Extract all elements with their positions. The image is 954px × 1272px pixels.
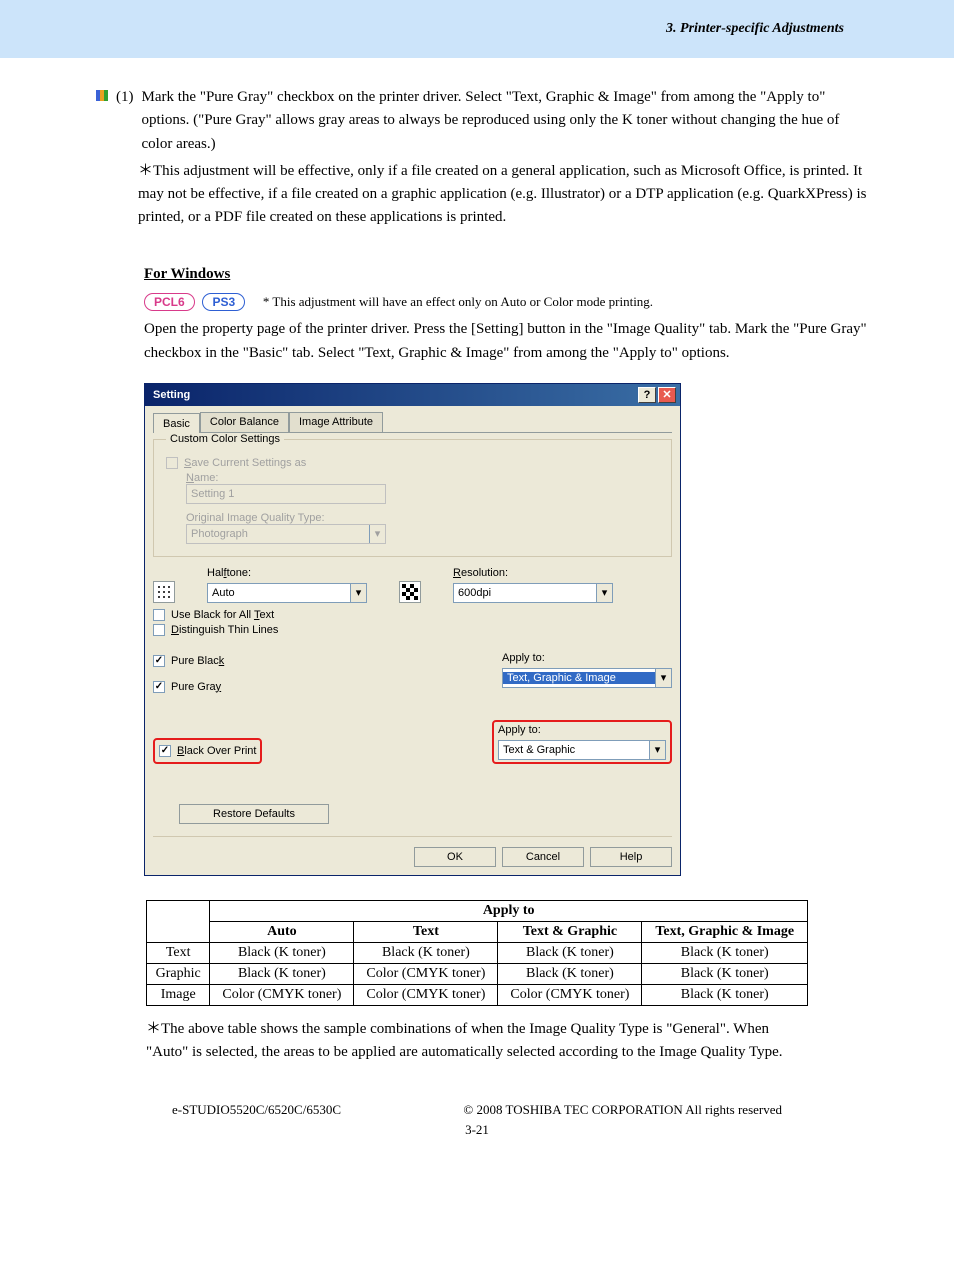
table-row: Text Black (K toner) Black (K toner) Bla…: [147, 942, 808, 963]
save-settings-label: Save Current Settings as: [184, 457, 306, 469]
custom-fieldset: Custom Color Settings Save Current Setti…: [153, 439, 672, 557]
col-text-graphic: Text & Graphic: [498, 921, 642, 942]
custom-legend: Custom Color Settings: [166, 433, 284, 445]
col-text: Text: [354, 921, 498, 942]
thin-lines-label: Distinguish Thin Lines: [171, 624, 278, 636]
resolution-icon: [399, 581, 421, 603]
apply-to-1-dropdown[interactable]: Text, Graphic & Image ▾: [502, 668, 672, 688]
black-overprint-checkbox[interactable]: ✓: [159, 745, 171, 757]
resolution-label: Resolution:: [453, 567, 613, 579]
close-icon[interactable]: ✕: [658, 387, 676, 403]
badge-ps3: PS3: [202, 293, 245, 311]
step-text: Mark the "Pure Gray" checkbox on the pri…: [142, 86, 869, 156]
apply-to-2-dropdown[interactable]: Text & Graphic ▾: [498, 740, 666, 760]
pure-gray-checkbox[interactable]: ✓: [153, 681, 165, 693]
apply-to-2-label: Apply to:: [498, 724, 666, 736]
chevron-down-icon[interactable]: ▾: [350, 584, 366, 602]
cancel-button[interactable]: Cancel: [502, 847, 584, 867]
pure-black-label: Pure Black: [171, 655, 224, 667]
chevron-down-icon[interactable]: ▾: [655, 669, 671, 687]
halftone-icon: [153, 581, 175, 603]
titlebar: Setting ? ✕: [145, 384, 680, 406]
windows-heading: For Windows: [144, 266, 868, 283]
chevron-down-icon: ▾: [369, 525, 385, 543]
col-text-graphic-image: Text, Graphic & Image: [642, 921, 808, 942]
col-auto: Auto: [210, 921, 354, 942]
pure-black-checkbox[interactable]: ✓: [153, 655, 165, 667]
page-header: 3. Printer-specific Adjustments: [0, 0, 954, 58]
type-dropdown: Photograph ▾: [186, 524, 386, 544]
windows-body: Open the property page of the printer dr…: [144, 317, 868, 365]
ok-button[interactable]: OK: [414, 847, 496, 867]
restore-defaults-button[interactable]: Restore Defaults: [179, 804, 329, 824]
step-1: (1) Mark the "Pure Gray" checkbox on the…: [96, 86, 868, 156]
star-note: ＊This adjustment will be effective, only…: [138, 160, 868, 230]
pure-gray-label: Pure Gray: [171, 681, 221, 693]
table-row: Image Color (CMYK toner) Color (CMYK ton…: [147, 984, 808, 1005]
help-icon[interactable]: ?: [638, 387, 656, 403]
resolution-dropdown[interactable]: 600dpi ▾: [453, 583, 613, 603]
footer-model: e-STUDIO5520C/6520C/6530C: [172, 1102, 341, 1118]
table-main-header: Apply to: [210, 900, 808, 921]
apply-to-2-highlight: Apply to: Text & Graphic ▾: [492, 720, 672, 764]
tab-color-balance[interactable]: Color Balance: [200, 412, 289, 432]
apply-to-1-label: Apply to:: [502, 652, 672, 664]
footer-copyright: © 2008 TOSHIBA TEC CORPORATION All right…: [463, 1102, 782, 1118]
chevron-down-icon[interactable]: ▾: [649, 741, 665, 759]
tab-basic[interactable]: Basic: [153, 413, 200, 433]
use-black-label: Use Black for All Text: [171, 609, 274, 621]
badge-note: * This adjustment will have an effect on…: [263, 294, 653, 309]
thin-lines-checkbox[interactable]: [153, 624, 165, 636]
black-overprint-highlight: ✓ Black Over Print: [153, 738, 262, 764]
name-input: Setting 1: [186, 484, 386, 504]
page-number: 3-21: [86, 1122, 868, 1138]
name-label: Name:: [186, 472, 659, 484]
section-title: 3. Printer-specific Adjustments: [666, 21, 844, 37]
table-row: Graphic Black (K toner) Color (CMYK tone…: [147, 963, 808, 984]
badge-pcl6: PCL6: [144, 293, 195, 311]
black-overprint-label: Black Over Print: [177, 745, 256, 757]
table-note: ＊The above table shows the sample combin…: [146, 1018, 808, 1065]
dialog-title: Setting: [149, 389, 636, 401]
save-settings-checkbox: [166, 457, 178, 469]
setting-dialog: Setting ? ✕ Basic Color Balance Image At…: [144, 383, 681, 876]
help-button[interactable]: Help: [590, 847, 672, 867]
halftone-label: Halftone:: [207, 567, 367, 579]
flag-icon: [96, 90, 108, 156]
chevron-down-icon[interactable]: ▾: [596, 584, 612, 602]
tab-image-attribute[interactable]: Image Attribute: [289, 412, 383, 432]
step-num: (1): [116, 86, 134, 156]
type-label: Original Image Quality Type:: [186, 512, 659, 524]
use-black-checkbox[interactable]: [153, 609, 165, 621]
halftone-dropdown[interactable]: Auto ▾: [207, 583, 367, 603]
apply-to-table: Apply to Auto Text Text & Graphic Text, …: [146, 900, 808, 1006]
tab-row: Basic Color Balance Image Attribute: [153, 412, 672, 433]
